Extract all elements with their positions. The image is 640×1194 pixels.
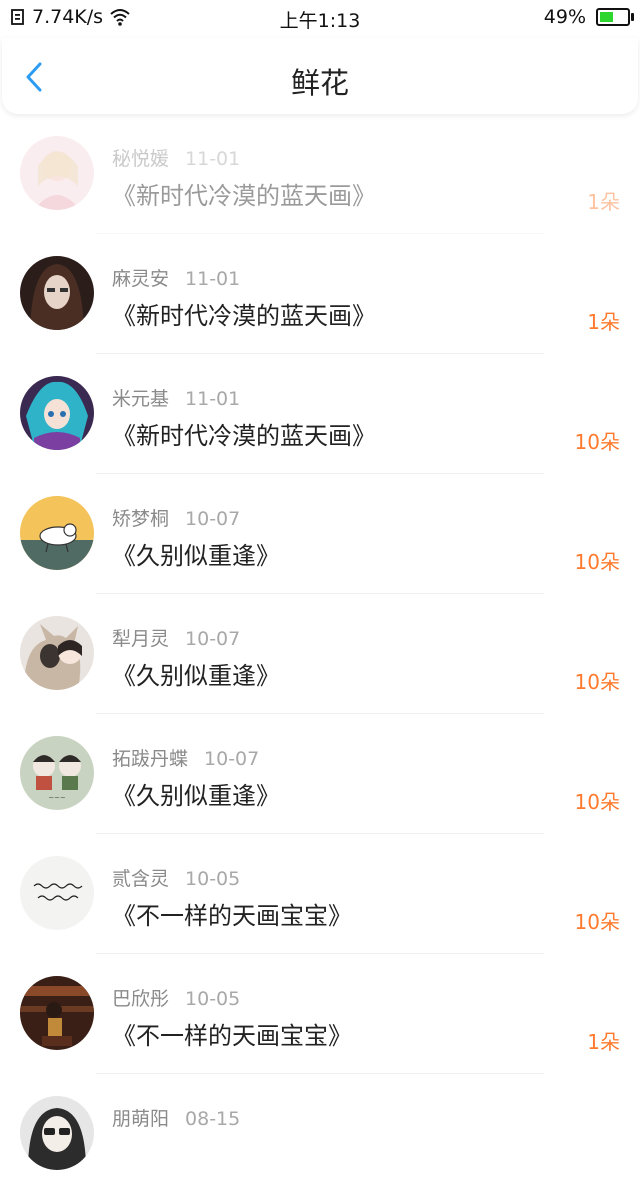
flower-count: 1朵	[587, 1030, 620, 1054]
work-title: 《新时代冷漠的蓝天画》	[112, 182, 376, 210]
avatar	[20, 976, 94, 1050]
avatar	[20, 616, 94, 690]
page-title: 鲜花	[290, 66, 349, 100]
avatar	[20, 136, 94, 210]
work-title: 《新时代冷漠的蓝天画》	[112, 422, 376, 450]
work-title: 《不一样的天画宝宝》	[112, 902, 352, 930]
user-name: 巴欣彤	[112, 988, 170, 1010]
flower-count: 10朵	[574, 910, 620, 934]
date: 08-15	[185, 1108, 241, 1130]
user-name: 拓跋丹蝶	[112, 748, 189, 770]
user-name: 朋萌阳	[112, 1108, 170, 1130]
work-title: 《久别似重逢》	[112, 782, 280, 810]
date: 11-01	[185, 268, 241, 290]
svg-text:~~~: ~~~	[48, 794, 66, 802]
list-item[interactable]: 秘悦媛 11-01 《新时代冷漠的蓝天画》 1朵	[0, 114, 640, 234]
work-title: 《新时代冷漠的蓝天画》	[112, 302, 376, 330]
user-name: 秘悦媛	[112, 148, 170, 170]
flower-count: 10朵	[574, 790, 620, 814]
status-bar: 7.74K/s 上午1:13 49%	[0, 0, 640, 34]
avatar: ~~~	[20, 736, 94, 810]
user-name: 米元基	[112, 388, 170, 410]
battery-icon	[596, 8, 634, 26]
avatar	[20, 376, 94, 450]
avatar	[20, 856, 94, 930]
work-title: 《久别似重逢》	[112, 662, 280, 690]
user-name: 犁月灵	[112, 628, 170, 650]
list-item[interactable]: ~~~ 拓跋丹蝶 10-07 《久别似重逢》 10朵	[0, 714, 640, 834]
date: 10-07	[185, 628, 241, 650]
user-name: 麻灵安	[112, 268, 170, 290]
date: 10-07	[185, 508, 241, 530]
date: 10-05	[185, 868, 241, 890]
date: 10-05	[185, 988, 241, 1010]
date: 10-07	[204, 748, 260, 770]
date: 11-01	[185, 148, 241, 170]
list-item[interactable]: 麻灵安 11-01 《新时代冷漠的蓝天画》 1朵	[0, 234, 640, 354]
avatar	[20, 496, 94, 570]
user-name: 矫梦桐	[112, 508, 170, 530]
list-item[interactable]: 贰含灵 10-05 《不一样的天画宝宝》 10朵	[0, 834, 640, 954]
work-title: 《久别似重逢》	[112, 542, 280, 570]
flower-count: 10朵	[574, 550, 620, 574]
date: 11-01	[185, 388, 241, 410]
navigation-bar: 鲜花	[2, 38, 638, 114]
user-name: 贰含灵	[112, 868, 170, 890]
flower-count: 1朵	[587, 190, 620, 214]
list-item[interactable]: 米元基 11-01 《新时代冷漠的蓝天画》 10朵	[0, 354, 640, 474]
work-title: 《不一样的天画宝宝》	[112, 1022, 352, 1050]
flower-list: 秘悦媛 11-01 《新时代冷漠的蓝天画》 1朵 麻灵安 11-01 《新时代冷漠的…	[0, 114, 640, 1194]
list-item[interactable]: 犁月灵 10-07 《久别似重逢》 10朵	[0, 594, 640, 714]
flower-count: 10朵	[574, 670, 620, 694]
list-item[interactable]: 矫梦桐 10-07 《久别似重逢》 10朵	[0, 474, 640, 594]
avatar	[20, 1096, 94, 1170]
battery-percent: 49%	[543, 6, 586, 28]
list-item[interactable]: 巴欣彤 10-05 《不一样的天画宝宝》 1朵	[0, 954, 640, 1074]
list-item[interactable]: 朋萌阳 08-15	[0, 1074, 640, 1194]
avatar	[20, 256, 94, 330]
flower-count: 10朵	[574, 430, 620, 454]
flower-count: 1朵	[587, 310, 620, 334]
